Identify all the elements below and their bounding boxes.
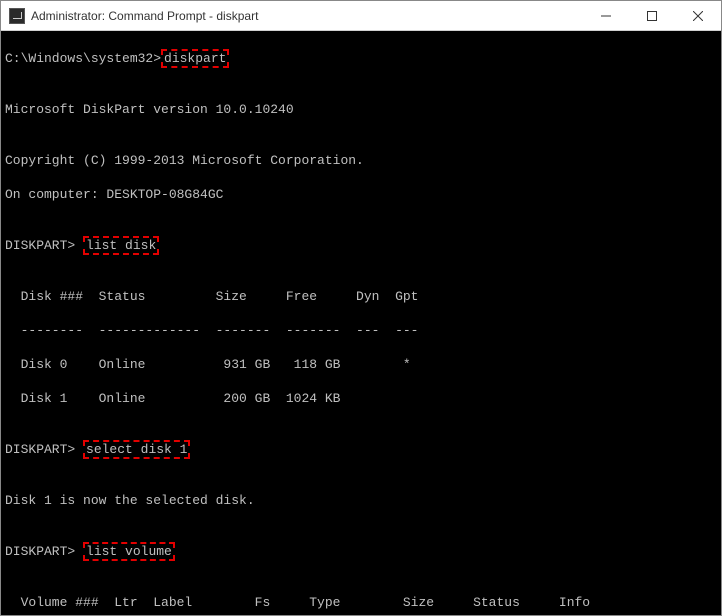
prompt-line: C:\Windows\system32>diskpart [5, 50, 717, 67]
selected-disk-line: Disk 1 is now the selected disk. [5, 492, 717, 509]
minimize-icon [601, 11, 611, 21]
vol-header: Volume ### Ltr Label Fs Type Size Status… [5, 594, 717, 611]
disk-row: Disk 0 Online 931 GB 118 GB * [5, 356, 717, 373]
prompt-path: C:\Windows\system32> [5, 51, 161, 66]
disk-header: Disk ### Status Size Free Dyn Gpt [5, 288, 717, 305]
window-title: Administrator: Command Prompt - diskpart [31, 9, 583, 23]
cmd-icon [9, 8, 25, 24]
window-controls [583, 1, 721, 30]
minimize-button[interactable] [583, 1, 629, 30]
version-line: Microsoft DiskPart version 10.0.10240 [5, 101, 717, 118]
close-icon [693, 11, 703, 21]
cmd-list-disk: list disk [83, 236, 159, 255]
cmd-select-disk: select disk 1 [83, 440, 190, 459]
diskpart-prompt: DISKPART> [5, 544, 75, 559]
diskpart-prompt: DISKPART> [5, 442, 75, 457]
disk-row: Disk 1 Online 200 GB 1024 KB [5, 390, 717, 407]
diskpart-prompt-line: DISKPART> list volume [5, 543, 717, 560]
copyright-line: Copyright (C) 1999-2013 Microsoft Corpor… [5, 152, 717, 169]
cmd-diskpart: diskpart [161, 49, 229, 68]
maximize-button[interactable] [629, 1, 675, 30]
titlebar[interactable]: Administrator: Command Prompt - diskpart [1, 1, 721, 31]
diskpart-prompt-line: DISKPART> select disk 1 [5, 441, 717, 458]
console-area[interactable]: C:\Windows\system32>diskpart Microsoft D… [1, 31, 721, 615]
cmd-list-volume: list volume [83, 542, 175, 561]
maximize-icon [647, 11, 657, 21]
diskpart-prompt-line: DISKPART> list disk [5, 237, 717, 254]
close-button[interactable] [675, 1, 721, 30]
app-window: Administrator: Command Prompt - diskpart… [0, 0, 722, 616]
computer-line: On computer: DESKTOP-08G84GC [5, 186, 717, 203]
disk-sep: -------- ------------- ------- ------- -… [5, 322, 717, 339]
diskpart-prompt: DISKPART> [5, 238, 75, 253]
